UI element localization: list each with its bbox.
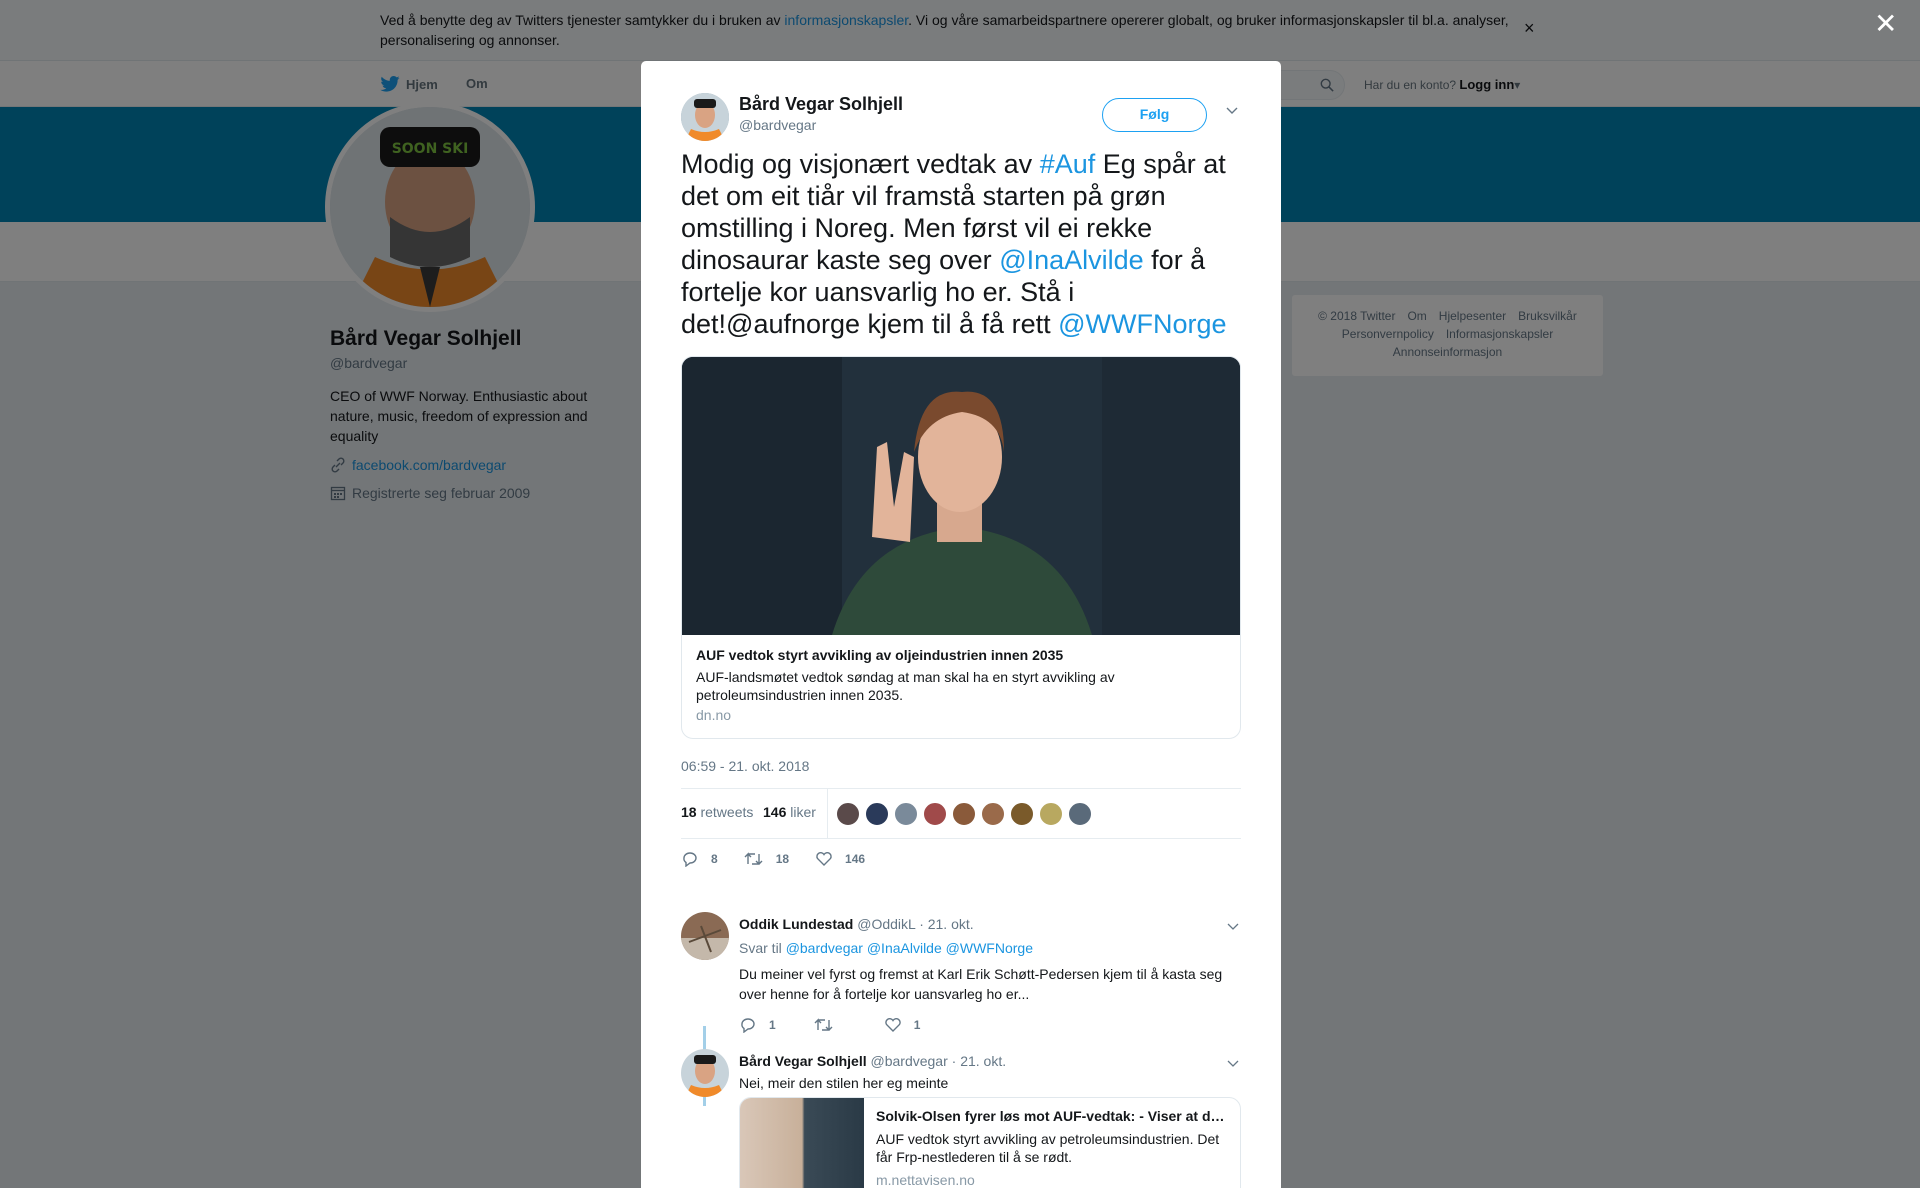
- link-card-title: AUF vedtok styrt avvikling av oljeindust…: [696, 647, 1064, 663]
- reply-author-avatar-image: [681, 1049, 729, 1097]
- likes-stat[interactable]: 146 liker: [763, 804, 816, 820]
- liker-avatar[interactable]: [1068, 802, 1092, 826]
- like-action[interactable]: 146: [815, 851, 865, 867]
- reply-tweet: Bård Vegar Solhjell @bardvegar · 21. okt…: [681, 1049, 1241, 1188]
- reply-icon: [683, 852, 697, 867]
- link-card-image: [682, 357, 1240, 635]
- reply-author-avatar[interactable]: [681, 1049, 729, 1097]
- stats-divider: [827, 789, 828, 839]
- retweet-icon: [814, 1018, 833, 1031]
- heart-icon: [884, 1018, 901, 1032]
- liker-avatar[interactable]: [923, 802, 947, 826]
- tweet-author-avatar-image: [681, 93, 729, 141]
- reply-header: Bård Vegar Solhjell @bardvegar · 21. okt…: [739, 1053, 1006, 1069]
- tweet-timestamp[interactable]: 06:59 - 21. okt. 2018: [681, 758, 809, 774]
- mention-link[interactable]: @WWFNorge: [1058, 309, 1226, 339]
- retweets-label: retweets: [700, 804, 754, 820]
- like-action[interactable]: 1: [884, 1017, 921, 1033]
- liker-avatar[interactable]: [894, 802, 918, 826]
- tweet-author-handle[interactable]: @bardvegar: [739, 117, 816, 133]
- like-count: 146: [845, 852, 866, 866]
- heart-icon: [816, 852, 832, 866]
- liker-avatar[interactable]: [836, 802, 860, 826]
- hashtag-link[interactable]: #Auf: [1040, 149, 1096, 179]
- liker-avatar[interactable]: [1039, 802, 1063, 826]
- reply-text: Du meiner vel fyrst og fremst at Karl Er…: [739, 966, 1223, 1002]
- link-card-title: Solvik-Olsen fyrer løs mot AUF-vedtak: -…: [876, 1108, 1232, 1124]
- like-count: 1: [913, 1018, 921, 1032]
- reply-author-avatar-image: [681, 912, 729, 960]
- liker-avatar[interactable]: [865, 802, 889, 826]
- reply-author-handle[interactable]: @bardvegar: [871, 1053, 948, 1069]
- link-card-image: [740, 1098, 864, 1188]
- tweet-actions: 8 18 146: [681, 851, 891, 867]
- reply-count: 8: [711, 852, 718, 866]
- tweet-stats: 18 retweets 146 liker: [681, 788, 1241, 839]
- tweet-text-part: Modig og visjonært vedtak av: [681, 149, 1040, 179]
- likes-label: liker: [790, 804, 816, 820]
- reply-count: 1: [769, 1018, 776, 1032]
- reply-author-avatar[interactable]: [681, 912, 729, 960]
- link-card[interactable]: AUF vedtok styrt avvikling av oljeindust…: [681, 356, 1241, 739]
- chevron-down-icon[interactable]: [1227, 1057, 1239, 1069]
- reply-to-label: Svar til: [739, 940, 782, 956]
- retweets-count: 18: [681, 804, 697, 820]
- reply-header: Oddik Lundestad @OddikL · 21. okt.: [739, 916, 974, 932]
- liker-avatar[interactable]: [1010, 802, 1034, 826]
- retweet-action[interactable]: 18: [744, 851, 789, 867]
- retweet-count: 18: [775, 852, 790, 866]
- likes-count: 146: [763, 804, 787, 820]
- liker-avatar[interactable]: [981, 802, 1005, 826]
- link-card[interactable]: Solvik-Olsen fyrer løs mot AUF-vedtak: -…: [739, 1097, 1241, 1188]
- reply-icon: [741, 1018, 755, 1033]
- close-modal-button[interactable]: ✕: [1874, 10, 1897, 38]
- reply-author-handle[interactable]: @OddikL: [857, 916, 915, 932]
- tweet-text: Modig og visjonært vedtak av #Auf Eg spå…: [681, 148, 1251, 340]
- reply-author-name[interactable]: Oddik Lundestad: [739, 916, 853, 932]
- reply-actions: 1 1: [739, 1017, 958, 1033]
- chevron-down-icon[interactable]: [1227, 920, 1239, 932]
- likers-avatars: [836, 802, 1092, 826]
- reply-action[interactable]: 1: [739, 1017, 776, 1033]
- tweet-author-name[interactable]: Bård Vegar Solhjell: [739, 94, 903, 115]
- reply-to-line: Svar til @bardvegar @InaAlvilde @WWFNorg…: [739, 940, 1033, 956]
- liker-avatar[interactable]: [952, 802, 976, 826]
- reply-action[interactable]: 8: [681, 851, 718, 867]
- link-card-domain: m.nettavisen.no: [876, 1172, 975, 1188]
- reply-date[interactable]: · 21. okt.: [919, 916, 973, 932]
- reply-text: Nei, meir den stilen her eg meinte: [739, 1075, 949, 1091]
- mention-link[interactable]: @InaAlvilde: [867, 940, 942, 956]
- link-card-description: AUF-landsmøtet vedtok søndag at man skal…: [696, 669, 1115, 703]
- link-card-description: AUF vedtok styrt avvikling av petroleums…: [876, 1131, 1220, 1165]
- retweet-action[interactable]: [814, 1017, 846, 1033]
- chevron-down-icon[interactable]: [1225, 103, 1239, 117]
- mention-link[interactable]: @bardvegar: [786, 940, 863, 956]
- mention-link[interactable]: @WWFNorge: [946, 940, 1033, 956]
- reply-author-name[interactable]: Bård Vegar Solhjell: [739, 1053, 867, 1069]
- retweets-stat[interactable]: 18 retweets: [681, 804, 753, 820]
- reply-tweet: Oddik Lundestad @OddikL · 21. okt. Svar …: [681, 912, 1241, 1033]
- retweet-icon: [744, 852, 763, 865]
- mention-link[interactable]: @InaAlvilde: [999, 245, 1143, 275]
- tweet-author-avatar[interactable]: [681, 93, 729, 141]
- link-card-domain: dn.no: [696, 707, 732, 723]
- tweet-modal: Bård Vegar Solhjell @bardvegar Følg Modi…: [641, 61, 1281, 1188]
- reply-date[interactable]: · 21. okt.: [952, 1053, 1006, 1069]
- follow-button[interactable]: Følg: [1102, 98, 1207, 132]
